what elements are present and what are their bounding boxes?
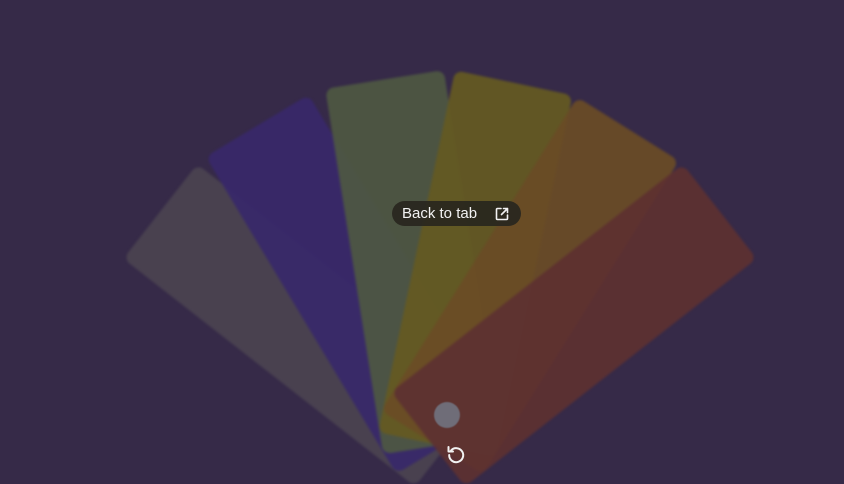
open-in-new-icon: [493, 205, 511, 223]
pip-video-frame: Back to tab: [0, 0, 844, 484]
fan-pivot-dot: [434, 402, 460, 428]
color-swatch-fan: [0, 0, 844, 484]
back-to-tab-button[interactable]: Back to tab: [392, 201, 522, 226]
back-to-tab-label: Back to tab: [402, 205, 478, 222]
replay-icon: [445, 443, 467, 469]
replay-button[interactable]: [444, 444, 468, 468]
